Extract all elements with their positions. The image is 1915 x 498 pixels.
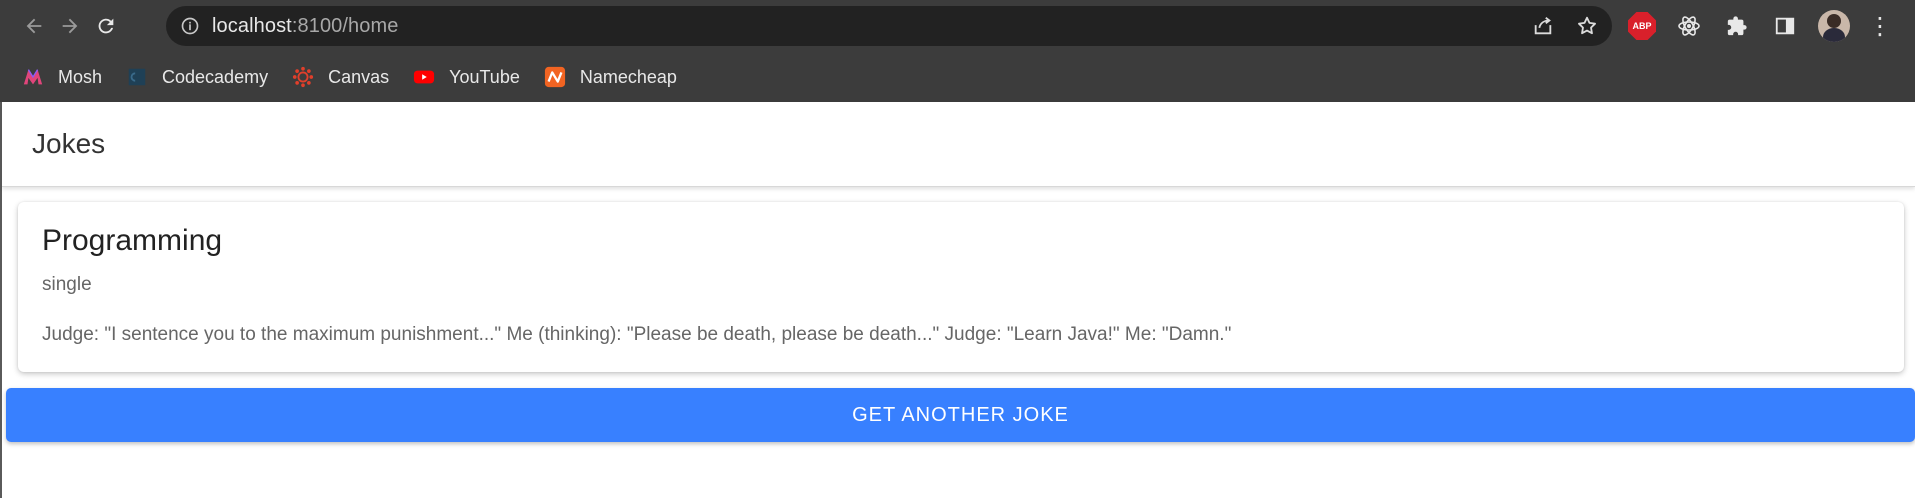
reload-button[interactable] [88, 8, 124, 44]
bookmarks-bar: Mosh Codecademy Canvas YouTube Namecheap [0, 52, 1915, 102]
bookmark-label: YouTube [449, 66, 520, 87]
joke-card: Programming single Judge: "I sentence yo… [18, 202, 1904, 372]
share-icon[interactable] [1532, 15, 1554, 37]
bookmark-label: Namecheap [579, 66, 677, 87]
profile-avatar[interactable] [1818, 10, 1850, 42]
get-another-joke-button[interactable]: GET ANOTHER JOKE [6, 388, 1915, 442]
url-host: localhost [212, 14, 292, 37]
bookmark-label: Codecademy [162, 66, 269, 87]
url-text[interactable]: localhost:8100/home [212, 15, 398, 38]
bookmark-namecheap[interactable]: Namecheap [544, 66, 677, 88]
app-header: Jokes [2, 102, 1915, 187]
back-button[interactable] [16, 8, 52, 44]
arrow-left-icon [26, 18, 42, 34]
namecheap-icon [544, 66, 566, 88]
page-title: Jokes [32, 128, 106, 159]
joke-text: Judge: "I sentence you to the maximum pu… [42, 324, 1232, 345]
bookmark-mosh[interactable]: Mosh [22, 66, 102, 88]
browser-menu-icon[interactable]: ⋮ [1868, 12, 1892, 41]
browser-toolbar: localhost:8100/home ABP ⋮ [0, 0, 1915, 52]
react-devtools-icon[interactable] [1674, 11, 1704, 41]
canvas-icon [292, 66, 314, 88]
bookmark-canvas[interactable]: Canvas [292, 66, 389, 88]
url-path: :8100/home [291, 14, 399, 37]
bookmark-youtube[interactable]: YouTube [413, 66, 520, 88]
extensions-area: ABP ⋮ [1628, 6, 1892, 46]
bookmark-label: Mosh [58, 66, 103, 87]
card-title: Programming [42, 224, 223, 257]
codecademy-icon [126, 66, 148, 88]
abp-icon[interactable]: ABP [1628, 12, 1656, 40]
youtube-icon [413, 66, 435, 88]
abp-label: ABP [1632, 21, 1652, 31]
star-icon[interactable] [1576, 15, 1598, 37]
card-subtitle: single [42, 274, 92, 295]
omnibox-actions [1532, 6, 1598, 46]
reload-icon [98, 18, 114, 34]
sidepanel-icon[interactable] [1770, 11, 1800, 41]
bookmark-codecademy[interactable]: Codecademy [126, 66, 268, 88]
puzzle-icon[interactable] [1722, 11, 1752, 41]
address-bar[interactable]: localhost:8100/home [166, 6, 1612, 46]
forward-button[interactable] [52, 8, 88, 44]
mosh-icon [22, 66, 44, 88]
site-info-icon[interactable] [180, 16, 200, 36]
bookmark-label: Canvas [328, 66, 390, 87]
app-page: Jokes Programming single Judge: "I sente… [0, 102, 1915, 498]
arrow-right-icon [62, 18, 78, 34]
